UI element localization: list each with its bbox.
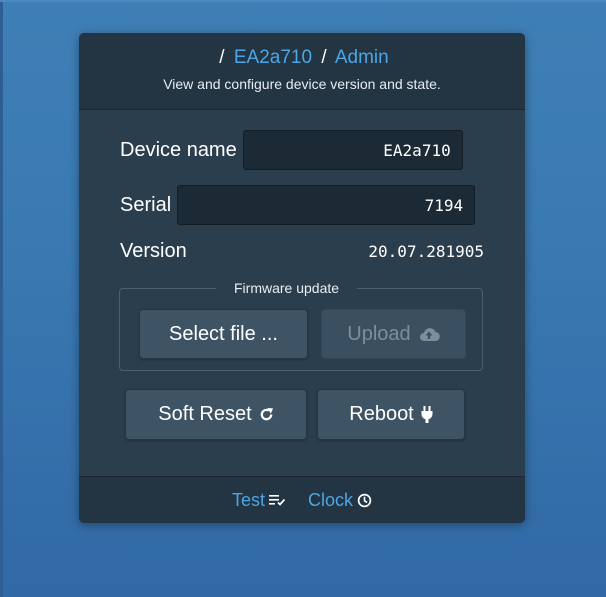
clock-link[interactable]: Clock (308, 490, 372, 511)
device-name-row: Device name (120, 129, 484, 171)
card-footer: Test Clock (79, 476, 525, 523)
refresh-icon (259, 407, 274, 422)
window-left-edge (0, 0, 3, 597)
firmware-update-legend: Firmware update (234, 280, 340, 296)
select-file-label: Select file ... (169, 322, 278, 345)
version-value: 20.07.281905 (368, 241, 484, 261)
breadcrumb-separator: / (219, 47, 225, 68)
soft-reset-button[interactable]: Soft Reset (125, 389, 307, 440)
plug-icon (421, 406, 433, 423)
cloud-upload-icon (418, 326, 440, 342)
breadcrumb-separator: / (321, 47, 327, 68)
test-link[interactable]: Test (232, 490, 286, 511)
upload-label: Upload (347, 322, 411, 345)
clock-icon (357, 493, 372, 508)
soft-reset-label: Soft Reset (158, 403, 252, 425)
device-name-label: Device name (120, 138, 237, 161)
select-file-button[interactable]: Select file ... (139, 309, 308, 359)
breadcrumb-admin-link[interactable]: Admin (335, 47, 389, 68)
window-top-edge (0, 0, 606, 2)
version-label: Version (120, 239, 187, 262)
clock-label: Clock (308, 489, 354, 510)
breadcrumb: / EA2a710 / Admin (79, 33, 525, 70)
device-name-input[interactable] (242, 130, 463, 170)
admin-card: / EA2a710 / Admin View and configure dev… (79, 33, 525, 523)
serial-input[interactable] (177, 185, 476, 225)
breadcrumb-device-link[interactable]: EA2a710 (234, 47, 312, 68)
version-row: Version 20.07.281905 (120, 238, 484, 264)
reboot-label: Reboot (349, 403, 414, 425)
test-label: Test (231, 489, 265, 510)
checklist-icon (269, 494, 286, 506)
upload-button[interactable]: Upload (321, 309, 466, 359)
serial-row: Serial (120, 184, 484, 226)
reboot-button[interactable]: Reboot (317, 389, 465, 440)
card-header: / EA2a710 / Admin View and configure dev… (79, 33, 525, 110)
serial-label: Serial (120, 193, 172, 216)
page-subtitle: View and configure device version and st… (163, 76, 441, 92)
